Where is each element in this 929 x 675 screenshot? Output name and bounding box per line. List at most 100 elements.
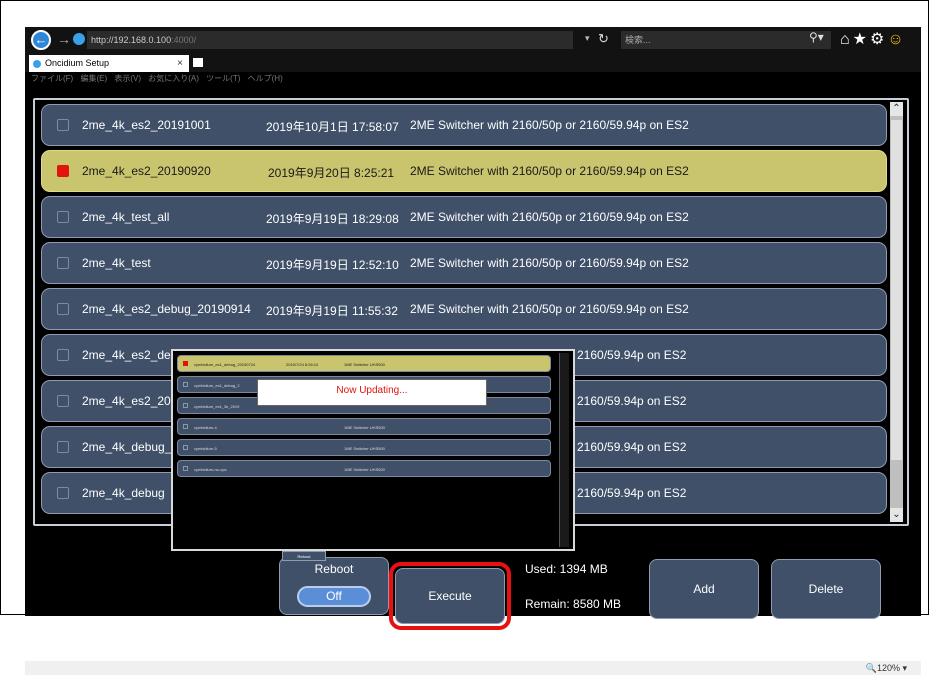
row-description: 2160/59.94p on ES2 [577, 348, 687, 362]
gear-icon[interactable]: ⚙ [870, 31, 887, 48]
menu-file[interactable]: ファイル(F) [31, 74, 73, 83]
row-name: 2me_4k_es2_20190920 [82, 164, 211, 178]
zoom-value: 120% [876, 663, 900, 673]
row-name: 2me_4k_es2_de [82, 348, 171, 362]
search-placeholder: 検索... [625, 35, 651, 45]
app-area: 2me_4k_es2_20191001 2019年10月1日 17:58:07 … [25, 86, 921, 675]
tab-favicon-icon [33, 60, 41, 68]
row-name: 2me_4k_debug [82, 486, 165, 500]
refresh-icon[interactable]: ↻ [598, 31, 609, 47]
overlay-row: cymbidium-4 1ME Switcher UHS500 [177, 418, 551, 435]
scroll-down-icon[interactable]: ⌄ [890, 508, 903, 522]
url-host: http://192.168.0.100 [91, 35, 172, 45]
row-description: 2160/59.94p on ES2 [577, 440, 687, 454]
overlay-row-checkbox [183, 424, 188, 429]
back-button[interactable]: ← [31, 30, 51, 50]
overlay-row-description: 1ME Switcher UHS500 [344, 467, 385, 472]
add-button[interactable]: Add [649, 559, 759, 619]
smiley-icon[interactable]: ☺ [887, 31, 906, 48]
row-checkbox[interactable] [57, 487, 69, 499]
scroll-up-icon[interactable]: ⌃ [890, 102, 903, 116]
menu-view[interactable]: 表示(V) [114, 74, 141, 83]
url-rest: :4000/ [171, 35, 197, 45]
row-description: 2ME Switcher with 2160/50p or 2160/59.94… [410, 256, 689, 270]
row-description: 2ME Switcher with 2160/50p or 2160/59.94… [410, 164, 689, 178]
menu-bar: ファイル(F) 編集(E) 表示(V) お気に入り(A) ツール(T) ヘルプ(… [25, 72, 921, 86]
star-icon[interactable]: ★ [853, 31, 870, 48]
menu-favorites[interactable]: お気に入り(A) [148, 74, 199, 83]
list-row[interactable]: 2me_4k_es2_20191001 2019年10月1日 17:58:07 … [41, 104, 887, 146]
row-date: 2019年10月1日 17:58:07 [266, 120, 399, 134]
page-icon [73, 33, 85, 45]
overlay-row-name: cymbidium-5 [194, 446, 217, 451]
execute-button[interactable]: Execute [395, 568, 505, 624]
row-checkbox[interactable] [57, 257, 69, 269]
row-name: 2me_4k_test_all [82, 210, 170, 224]
url-field[interactable]: http://192.168.0.100:4000/ [87, 31, 573, 49]
tab-row: Oncidium Setup × [25, 53, 921, 72]
list-row[interactable]: 2me_4k_es2_debug_20190914 2019年9月19日 11:… [41, 288, 887, 330]
overlay-row-name: cymbidium-4 [194, 425, 217, 430]
row-checkbox[interactable] [57, 349, 69, 361]
row-name: 2me_4k_es2_20 [82, 394, 171, 408]
reboot-label: Reboot [314, 562, 354, 576]
row-checkbox[interactable] [57, 395, 69, 407]
now-updating-dialog: Now Updating... [257, 379, 487, 406]
row-description: 2ME Switcher with 2160/50p or 2160/59.94… [410, 302, 689, 316]
row-name: 2me_4k_test [82, 256, 151, 270]
row-name: 2me_4k_debug_ [82, 440, 172, 454]
remaining-space: Remain: 8580 MB [525, 597, 622, 611]
menu-tools[interactable]: ツール(T) [206, 74, 240, 83]
row-description: 2160/59.94p on ES2 [577, 486, 687, 500]
overlay-row-selected: cymbidium_es1_debug_20190724 2019/7/24 8… [177, 355, 551, 372]
row-name: 2me_4k_es2_debug_20190914 [82, 302, 251, 316]
zoom-level[interactable]: 🔍120% ▾ [866, 661, 907, 675]
list-row[interactable]: 2me_4k_test_all 2019年9月19日 18:29:08 2ME … [41, 196, 887, 238]
overlay-scrollbar [559, 353, 569, 547]
row-checkbox-checked[interactable] [57, 165, 69, 177]
search-field[interactable]: 検索... [621, 31, 831, 49]
scroll-thumb[interactable] [891, 120, 902, 460]
list-row[interactable]: 2me_4k_test 2019年9月19日 12:52:10 2ME Swit… [41, 242, 887, 284]
embedded-screenshot-overlay: cymbidium_es1_debug_20190724 2019/7/24 8… [171, 349, 575, 551]
tab-oncidium-setup[interactable]: Oncidium Setup × [29, 55, 189, 72]
row-description: 2160/59.94p on ES2 [577, 394, 687, 408]
overlay-row: cymbidium-no-opc 1ME Switcher UHS500 [177, 460, 551, 477]
overlay-row-name: cymbidium-no-opc [194, 467, 227, 472]
overlay-row-description: 1ME Switcher UHS500 [344, 362, 385, 367]
overlay-row-checkbox [183, 403, 188, 408]
overlay-row-checkbox [183, 445, 188, 450]
new-tab-button[interactable] [193, 58, 203, 67]
storage-info: Used: 1394 MB Remain: 8580 MB [525, 562, 621, 632]
overlay-row-date: 2019/7/24 8:26:10 [286, 362, 319, 367]
tab-title: Oncidium Setup [45, 58, 110, 68]
list-scrollbar[interactable]: ⌃ ⌄ [890, 102, 903, 522]
used-space: Used: 1394 MB [525, 562, 608, 576]
row-checkbox[interactable] [57, 303, 69, 315]
url-dropdown-icon[interactable]: ▾ [585, 33, 590, 44]
row-checkbox[interactable] [57, 211, 69, 223]
forward-button[interactable]: → [57, 31, 71, 47]
search-icon[interactable]: ⚲▾ [809, 30, 824, 44]
delete-button[interactable]: Delete [771, 559, 881, 619]
home-icon[interactable]: ⌂ [840, 31, 853, 48]
tab-close-icon[interactable]: × [177, 55, 183, 72]
row-description: 2ME Switcher with 2160/50p or 2160/59.94… [410, 118, 689, 132]
address-bar-row: ← → http://192.168.0.100:4000/ ▾ ↻ 検索...… [25, 27, 921, 53]
row-checkbox[interactable] [57, 441, 69, 453]
row-date: 2019年9月19日 12:52:10 [266, 258, 399, 272]
reboot-toggle[interactable]: Off [297, 586, 371, 607]
overlay-row-description: 1ME Switcher UHS500 [344, 425, 385, 430]
screenshot-frame: ← → http://192.168.0.100:4000/ ▾ ↻ 検索...… [0, 0, 929, 675]
toolbar-icons: ⌂★⚙☺ [840, 29, 907, 49]
status-bar: 🔍120% ▾ [25, 661, 921, 675]
row-date: 2019年9月19日 11:55:32 [266, 304, 398, 318]
row-date: 2019年9月19日 18:29:08 [266, 212, 399, 226]
menu-help[interactable]: ヘルプ(H) [248, 74, 283, 83]
row-checkbox[interactable] [57, 119, 69, 131]
browser-window: ← → http://192.168.0.100:4000/ ▾ ↻ 検索...… [25, 27, 921, 675]
list-row-selected[interactable]: 2me_4k_es2_20190920 2019年9月20日 8:25:21 2… [41, 150, 887, 192]
overlay-row-checkbox [183, 361, 188, 366]
menu-edit[interactable]: 編集(E) [80, 74, 107, 83]
overlay-row: cymbidium-5 1ME Switcher UHS500 [177, 439, 551, 456]
